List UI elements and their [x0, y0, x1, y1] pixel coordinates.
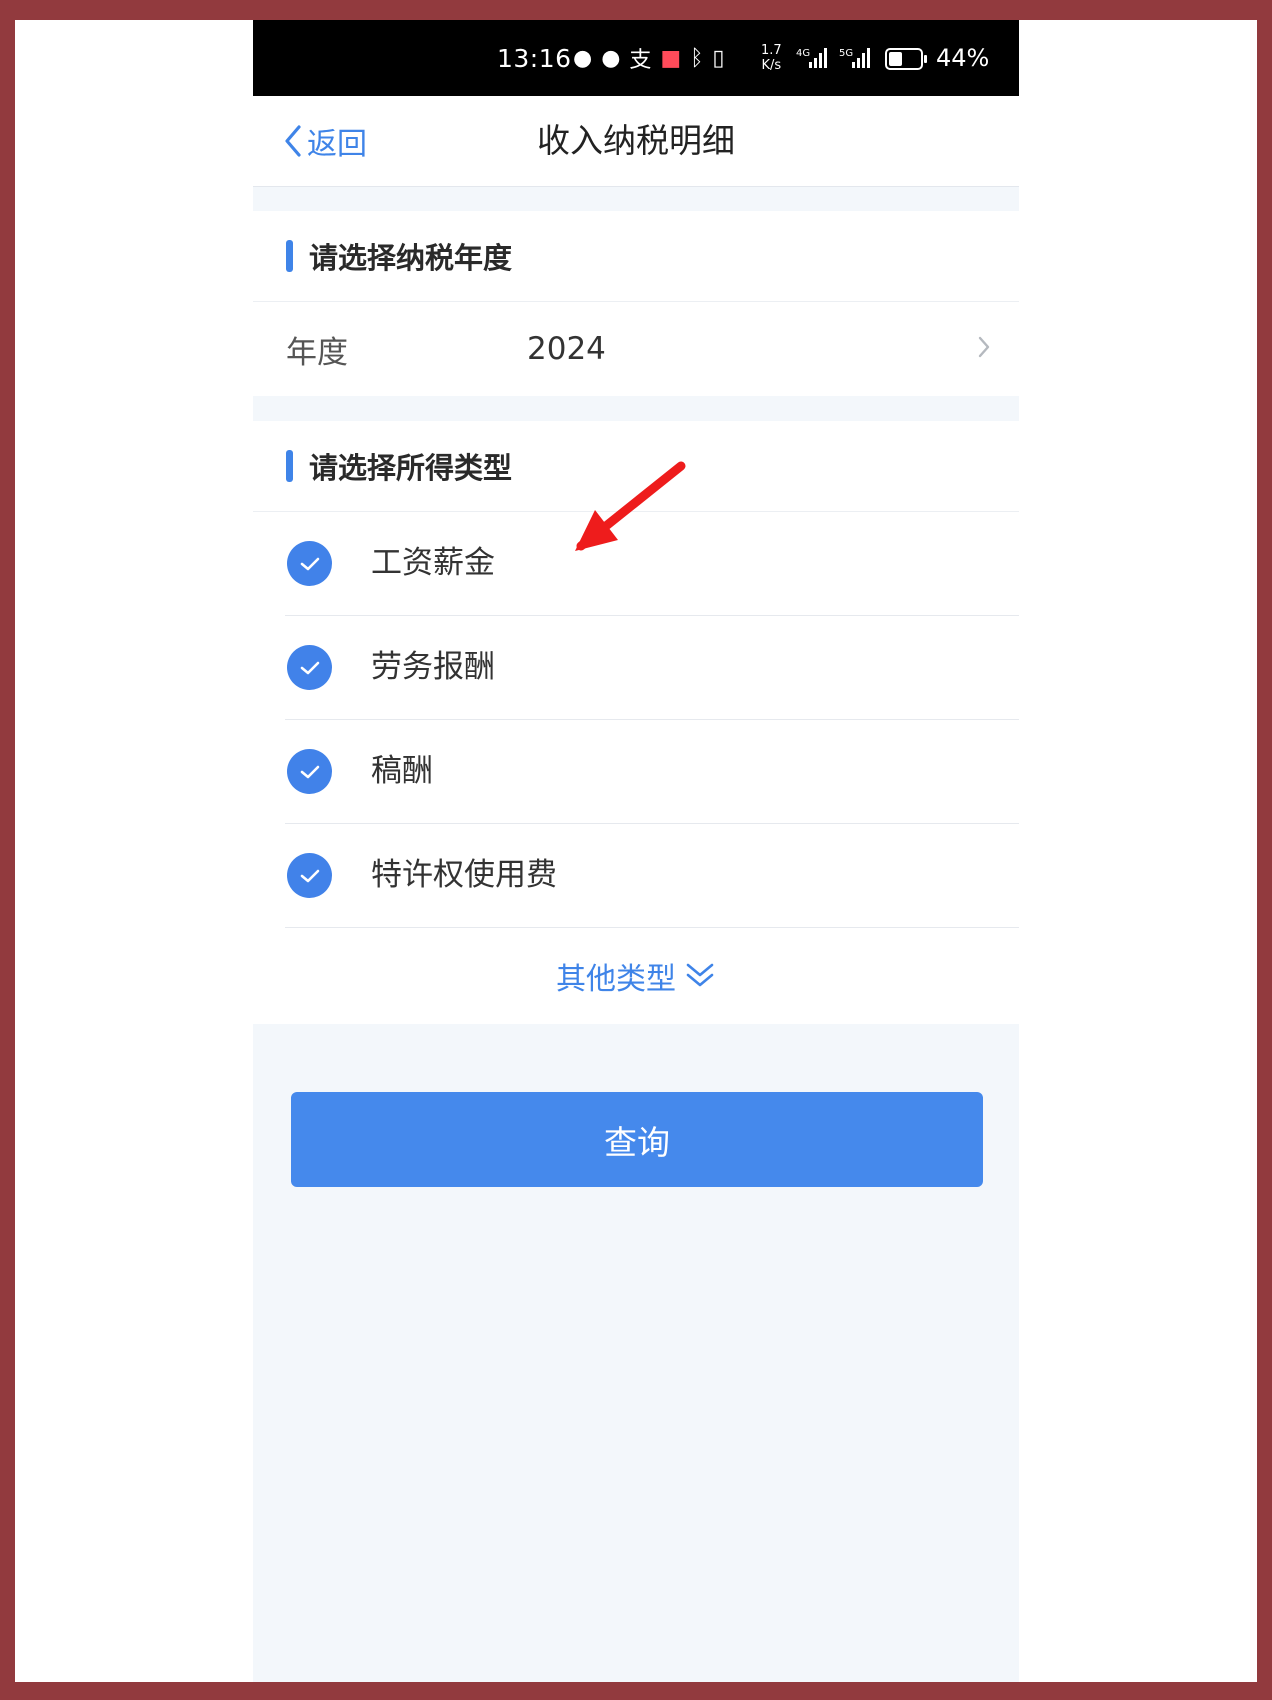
other-types-label: 其他类型 — [556, 962, 676, 997]
notification-icons: ● ● 支 ■ ᛒ ▯ — [573, 20, 725, 96]
signal-icon-1 — [809, 46, 827, 68]
battery-percent: 44% — [936, 44, 990, 72]
app-icon: ■ — [660, 45, 682, 71]
year-field-label: 年度 — [286, 334, 348, 371]
income-type-section: 请选择所得类型 工资薪金 劳务报酬 稿酬 特许权使用费 其他类型 — [253, 421, 1019, 1024]
section-accent-bar — [286, 240, 293, 272]
income-option-label: 稿酬 — [371, 753, 433, 789]
signal-icon-2 — [852, 46, 870, 68]
income-option-salary[interactable]: 工资薪金 — [285, 512, 1019, 616]
battery-icon — [885, 48, 927, 70]
checkbox-checked-icon[interactable] — [287, 749, 332, 794]
nav-bar: 收入纳税明细 返回 — [253, 96, 1019, 187]
network-type-2: 5G — [839, 48, 854, 59]
section-header-income: 请选择所得类型 — [253, 421, 1019, 512]
chevron-right-icon — [978, 336, 990, 358]
checkbox-checked-icon[interactable] — [287, 541, 332, 586]
network-type-1: 4G — [796, 48, 811, 59]
status-bar: 13:16 ● ● 支 ■ ᛒ ▯ 1.7 K/s 4G 5G 44% — [253, 20, 1019, 96]
income-option-license-fee[interactable]: 特许权使用费 — [285, 824, 1019, 928]
vibrate-icon: ▯ — [712, 45, 725, 71]
wechat-icon: ● — [573, 45, 593, 71]
section-accent-bar — [286, 450, 293, 482]
chevron-left-icon — [285, 125, 301, 157]
income-option-label: 工资薪金 — [371, 545, 495, 581]
year-section: 请选择纳税年度 年度 2024 — [253, 211, 1019, 396]
page-title: 收入纳税明细 — [537, 121, 735, 160]
network-speed-unit: K/s — [761, 58, 782, 73]
alipay-icon: 支 — [629, 48, 652, 73]
checkbox-checked-icon[interactable] — [287, 853, 332, 898]
year-selector-row[interactable]: 年度 2024 — [253, 302, 1019, 396]
year-field-value: 2024 — [527, 331, 606, 367]
income-option-label: 劳务报酬 — [371, 649, 495, 685]
double-chevron-down-icon — [686, 963, 714, 987]
section-title-income: 请选择所得类型 — [309, 451, 513, 485]
network-speed: 1.7 K/s — [761, 20, 782, 96]
message-icon: ● — [601, 45, 621, 71]
query-button[interactable]: 查询 — [291, 1092, 983, 1187]
battery-fill — [889, 52, 902, 66]
income-option-label: 特许权使用费 — [371, 857, 557, 893]
income-option-royalty[interactable]: 稿酬 — [285, 720, 1019, 824]
bluetooth-icon: ᛒ — [690, 45, 704, 71]
network-speed-value: 1.7 — [761, 43, 782, 58]
back-button[interactable]: 返回 — [283, 116, 367, 166]
phone-screen: 13:16 ● ● 支 ■ ᛒ ▯ 1.7 K/s 4G 5G 44% 收入纳税… — [253, 20, 1019, 1682]
checkbox-checked-icon[interactable] — [287, 645, 332, 690]
section-header-year: 请选择纳税年度 — [253, 211, 1019, 302]
back-label: 返回 — [307, 127, 367, 162]
other-types-toggle[interactable]: 其他类型 — [253, 928, 1019, 1024]
income-option-labor[interactable]: 劳务报酬 — [285, 616, 1019, 720]
status-time: 13:16 — [497, 43, 572, 73]
section-title-year: 请选择纳税年度 — [309, 241, 513, 275]
